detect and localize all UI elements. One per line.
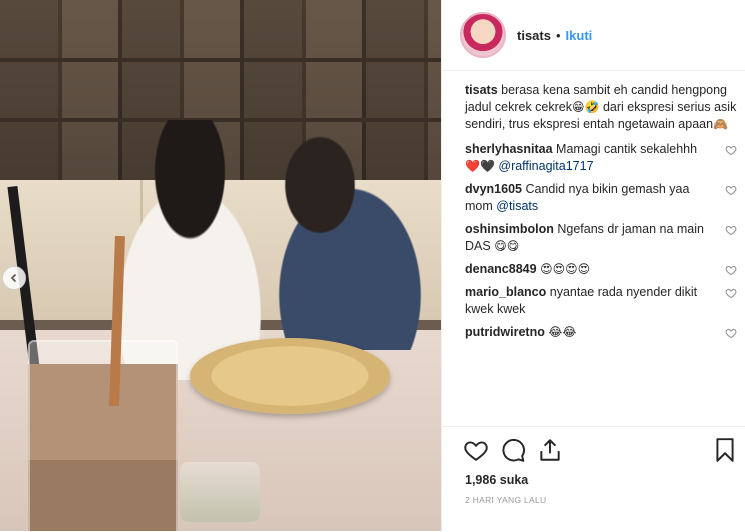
comment-mention[interactable]: @raffinagita1717 xyxy=(498,159,593,173)
comment-item: putridwiretno 😂😂 xyxy=(465,324,737,341)
heart-icon[interactable] xyxy=(463,437,489,463)
person-right xyxy=(240,130,440,350)
plate xyxy=(190,338,390,414)
comment-username[interactable]: mario_blanco xyxy=(465,285,546,299)
comment-username[interactable]: dvyn1605 xyxy=(465,182,522,196)
comments-list: tisats berasa kena sambit eh candid heng… xyxy=(465,82,737,347)
small-glass xyxy=(180,462,260,522)
comment-emoji: 😍😍😍😍 xyxy=(540,262,591,276)
comment-item: oshinsimbolon Ngefans dr jaman na main D… xyxy=(465,221,737,255)
heart-icon[interactable] xyxy=(725,144,737,156)
caption-username[interactable]: tisats xyxy=(465,83,498,97)
heart-icon[interactable] xyxy=(725,224,737,236)
heart-icon[interactable] xyxy=(725,264,737,276)
comment-icon[interactable] xyxy=(500,437,526,463)
comment-item: denanc8849 😍😍😍😍 xyxy=(465,261,737,278)
post-photo[interactable] xyxy=(0,0,441,531)
likes-count[interactable]: 1,986 suka xyxy=(465,473,528,487)
post-caption: tisats berasa kena sambit eh candid heng… xyxy=(465,82,737,133)
share-icon[interactable] xyxy=(537,437,563,463)
comment-username[interactable]: sherlyhasnitaa xyxy=(465,142,553,156)
iced-drink-glass xyxy=(28,340,178,531)
bookmark-icon[interactable] xyxy=(712,437,738,463)
post-sidebar: tisats • Ikuti tisats berasa kena sambit… xyxy=(441,0,745,531)
post-header: tisats • Ikuti xyxy=(442,0,745,71)
author-username[interactable]: tisats xyxy=(517,28,551,43)
caption-emoji-2: 🙈 xyxy=(713,117,729,131)
post-actions: 1,986 suka 2 HARI YANG LALU xyxy=(442,426,745,532)
previous-photo-button[interactable] xyxy=(2,266,26,290)
comment-item: mario_blanco nyantae rada nyender dikit … xyxy=(465,284,737,318)
caption-emoji: 😁🤣 xyxy=(572,100,600,114)
separator-dot: • xyxy=(555,27,561,43)
follow-button[interactable]: Ikuti xyxy=(566,28,593,43)
comment-username[interactable]: denanc8849 xyxy=(465,262,537,276)
author-avatar[interactable] xyxy=(460,12,506,58)
comment-item: sherlyhasnitaa Mamagi cantik sekalehhh ❤… xyxy=(465,141,737,175)
instagram-post: tisats • Ikuti tisats berasa kena sambit… xyxy=(0,0,745,531)
comment-emoji: ❤️🖤 xyxy=(465,159,495,173)
comment-emoji: 😋😋 xyxy=(494,239,520,253)
heart-icon[interactable] xyxy=(725,287,737,299)
comment-emoji: 😂😂 xyxy=(548,325,577,339)
comment-item: dvyn1605 Candid nya bikin gemash yaa mom… xyxy=(465,181,737,215)
comment-mention[interactable]: @tisats xyxy=(496,199,538,213)
comment-username[interactable]: oshinsimbolon xyxy=(465,222,554,236)
heart-icon[interactable] xyxy=(725,327,737,339)
chevron-left-icon xyxy=(10,273,17,283)
stone-joint xyxy=(0,58,441,62)
comment-text: Mamagi cantik sekalehhh xyxy=(556,142,698,156)
comment-username[interactable]: putridwiretno xyxy=(465,325,545,339)
heart-icon[interactable] xyxy=(725,184,737,196)
post-timestamp: 2 HARI YANG LALU xyxy=(465,495,547,505)
